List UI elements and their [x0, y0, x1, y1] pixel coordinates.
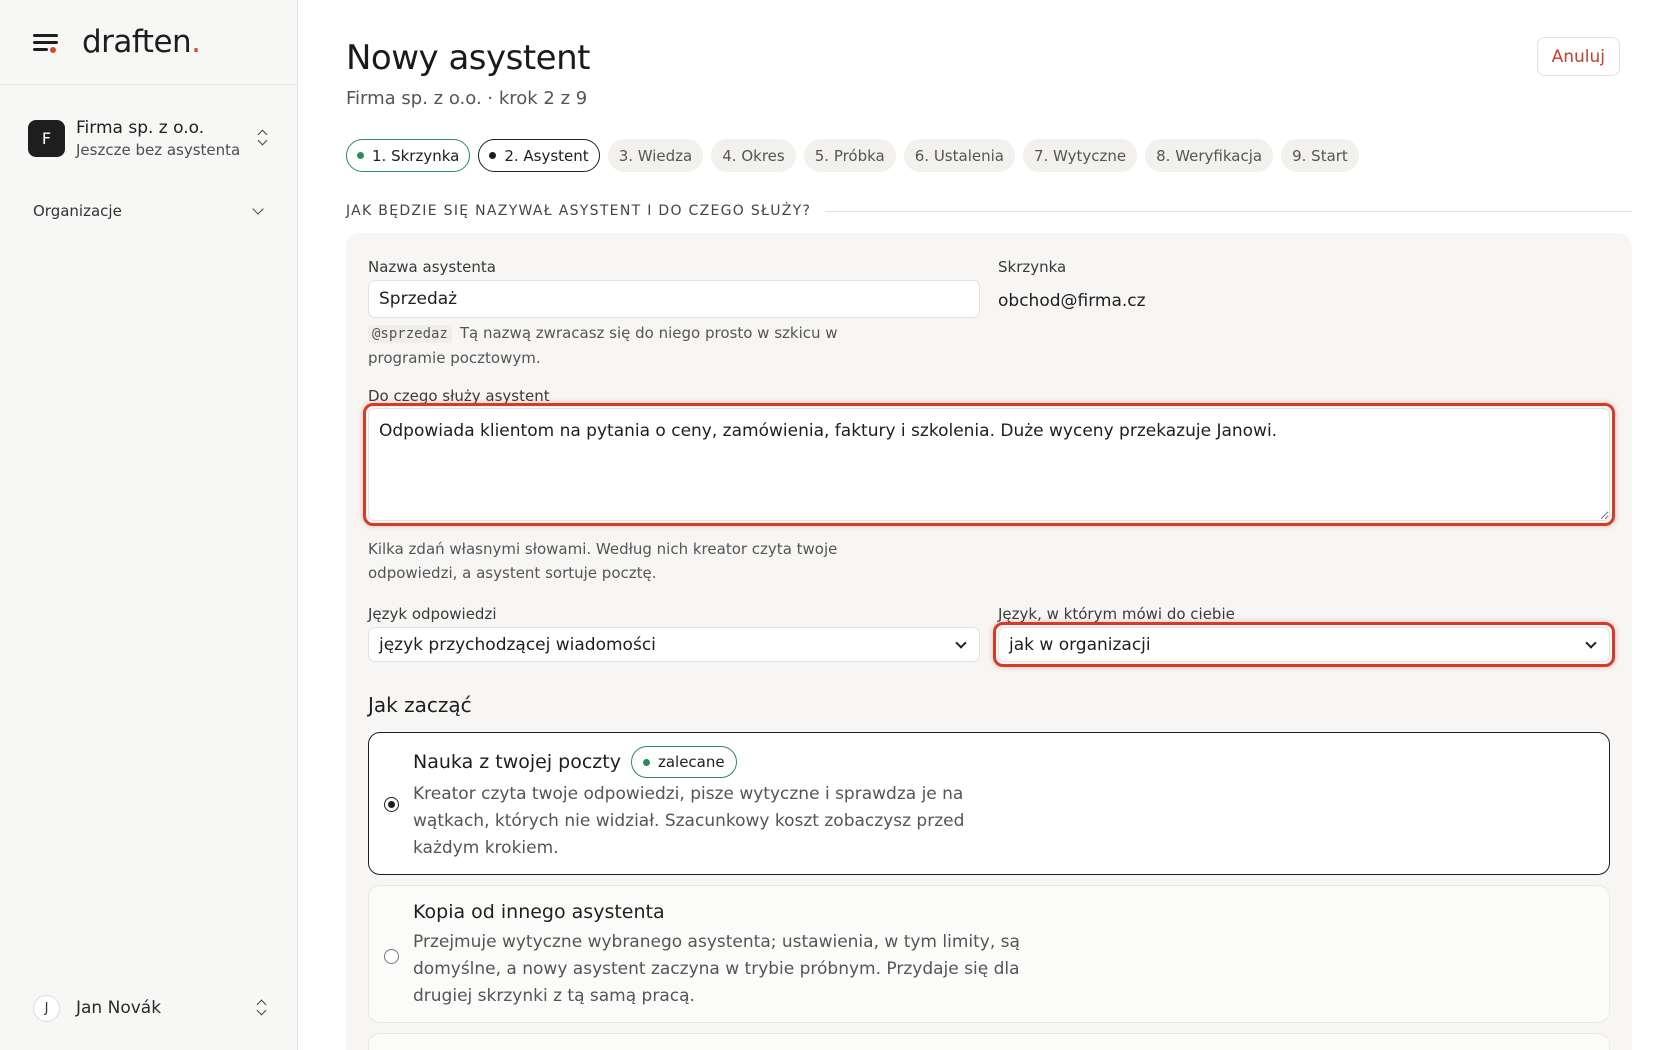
cancel-button[interactable]: Anuluj — [1536, 37, 1620, 76]
sidebar-item-organizations[interactable]: Organizacje — [33, 200, 266, 222]
assistant-handle: @sprzedaz — [368, 325, 452, 343]
ui-language-label: Język, w którym mówi do ciebie — [998, 605, 1235, 623]
brand-bar: draften. — [0, 0, 297, 85]
assistant-form-card: Nazwa asystenta @sprzedazTą nazwą zwraca… — [346, 233, 1632, 1050]
section-heading: JAK BĘDZIE SIĘ NAZYWAŁ ASYSTENT I DO CZE… — [346, 203, 1632, 219]
chevron-down-icon — [955, 636, 967, 649]
option-third[interactable] — [368, 1033, 1610, 1050]
recommended-badge: zalecane — [630, 746, 737, 778]
step-assistant[interactable]: 2. Asystent — [478, 139, 600, 172]
option-title: Kopia od innego asystenta — [413, 901, 665, 923]
option-copy-from-assistant[interactable]: Kopia od innego asystenta Przejmuje wyty… — [368, 885, 1610, 1023]
sidebar: draften. F Firma sp. z o.o. Jeszcze bez … — [0, 0, 298, 1050]
chevron-up-down-icon — [255, 998, 269, 1018]
purpose-label: Do czego służy asystent — [368, 387, 550, 405]
step-mailbox[interactable]: 1. Skrzynka — [346, 139, 471, 172]
option-title: Nauka z twojej poczty — [413, 751, 621, 773]
step-arrangements[interactable]: 6. Ustalenia — [903, 139, 1015, 172]
page-subtitle: Firma sp. z o.o. · krok 2 z 9 — [346, 88, 588, 109]
radio-learn-from-mail[interactable] — [384, 797, 399, 812]
option-description: Kreator czyta twoje odpowiedzi, pisze wy… — [413, 784, 965, 858]
step-start[interactable]: 9. Start — [1281, 139, 1359, 172]
assistant-name-input[interactable] — [368, 280, 980, 318]
name-label: Nazwa asystenta — [368, 258, 496, 276]
name-hint: @sprzedaz Tą nazwą zwracasz się do niego … — [368, 324, 838, 367]
purpose-textarea[interactable]: Odpowiada klientom na pytania o ceny, za… — [368, 408, 1610, 521]
chevron-down-icon — [252, 203, 264, 215]
menu-icon[interactable] — [32, 31, 60, 53]
organization-switcher[interactable]: F Firma sp. z o.o. Jeszcze bez asystenta — [28, 113, 270, 163]
divider — [825, 210, 1632, 212]
mailbox-label: Skrzynka — [998, 258, 1067, 276]
step-knowledge[interactable]: 3. Wiedza — [607, 139, 704, 172]
chevron-down-icon — [1585, 636, 1597, 649]
org-name: Firma sp. z o.o. — [76, 117, 205, 138]
option-learn-from-mail[interactable]: Nauka z twojej poczty zalecane Kreator c… — [368, 732, 1610, 875]
reply-language-select[interactable]: język przychodzącej wiadomości — [368, 627, 980, 662]
step-guidelines[interactable]: 7. Wytyczne — [1022, 139, 1138, 172]
option-description: Przejmuje wytyczne wybranego asystenta; … — [413, 932, 1020, 1006]
avatar: J — [33, 994, 60, 1022]
page-title: Nowy asystent — [346, 38, 590, 78]
start-heading: Jak zacząć — [368, 693, 472, 717]
user-name: Jan Novák — [76, 998, 162, 1018]
chevron-up-down-icon — [256, 128, 270, 148]
ui-language-select[interactable]: jak w organizacji — [998, 627, 1610, 662]
reply-language-label: Język odpowiedzi — [368, 605, 497, 623]
step-period[interactable]: 4. Okres — [711, 139, 796, 172]
radio-copy-from-assistant[interactable] — [384, 949, 399, 964]
user-menu[interactable]: J Jan Novák — [33, 993, 269, 1023]
main-content: Nowy asystent Firma sp. z o.o. · krok 2 … — [299, 0, 1680, 1050]
stepper: 1. Skrzynka 2. Asystent 3. Wiedza 4. Okr… — [346, 139, 1359, 172]
sidebar-item-label: Organizacje — [33, 202, 122, 220]
org-avatar: F — [28, 119, 65, 157]
logo[interactable]: draften. — [82, 24, 201, 60]
mailbox-value: obchod@firma.cz — [998, 291, 1146, 311]
step-verification[interactable]: 8. Weryfikacja — [1145, 139, 1274, 172]
purpose-hint: Kilka zdań własnymi słowami. Według nich… — [368, 540, 838, 582]
org-status: Jeszcze bez asystenta — [76, 140, 241, 159]
step-sample[interactable]: 5. Próbka — [803, 139, 896, 172]
